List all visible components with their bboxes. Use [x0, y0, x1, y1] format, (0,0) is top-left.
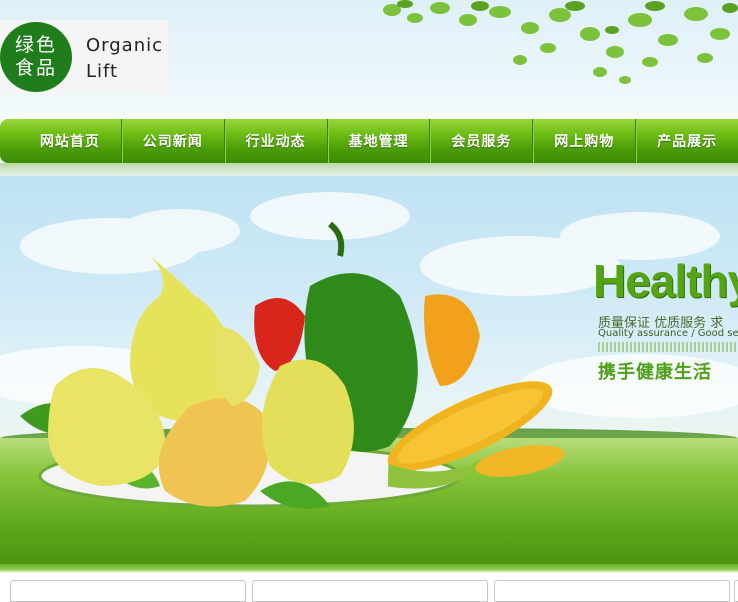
nav-item-products[interactable]: 产品展示	[636, 119, 738, 163]
vegetables-illustration	[20, 221, 565, 509]
banner-dotted-divider	[598, 342, 738, 352]
logo-en-line2: Lift	[86, 61, 119, 82]
nav-item-industry-news[interactable]: 行业动态	[225, 119, 328, 163]
hero-banner[interactable]: Healthy 质量保证 优质服务 求 Quality assurance / …	[0, 176, 738, 564]
nav-item-home[interactable]: 网站首页	[19, 119, 122, 163]
site-header: 绿色食品 Organic Lift	[0, 0, 738, 120]
content-box-1	[10, 580, 246, 602]
content-box-3	[494, 580, 730, 602]
logo-cn-text: 绿色食品	[14, 34, 57, 79]
site-logo[interactable]: 绿色食品 Organic Lift	[0, 20, 168, 94]
logo-en-line1: Organic	[86, 35, 164, 56]
logo-badge: 绿色食品	[0, 22, 72, 92]
nav-item-member-services[interactable]: 会员服务	[430, 119, 534, 163]
content-box-4	[734, 580, 738, 602]
main-nav: 网站首页 公司新闻 行业动态 基地管理 会员服务 网上购物 产品展示	[0, 119, 738, 163]
banner-headline: Healthy	[593, 255, 738, 307]
banner-subtitle-en: Quality assurance / Good serv	[598, 328, 738, 339]
nav-item-company-news[interactable]: 公司新闻	[122, 119, 225, 163]
content-box-2	[252, 580, 488, 602]
banner-slogan: 携手健康生活	[598, 362, 712, 383]
nav-item-online-shopping[interactable]: 网上购物	[533, 119, 637, 163]
nav-item-base-management[interactable]: 基地管理	[328, 119, 431, 163]
